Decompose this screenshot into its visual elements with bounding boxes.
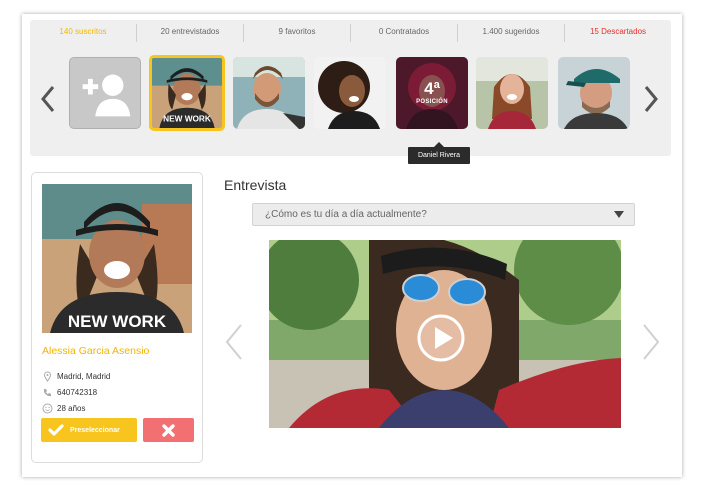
phone-icon xyxy=(42,387,53,398)
candidate-photo: NEW WORK xyxy=(42,184,192,333)
play-button[interactable] xyxy=(416,313,466,363)
stat-suggested[interactable]: 1.400 sugeridos xyxy=(458,24,565,42)
carousel-next-button[interactable] xyxy=(642,84,660,114)
stats-bar: 140 suscritos 20 entrevistados 9 favorit… xyxy=(30,24,671,42)
candidates-panel: 140 suscritos 20 entrevistados 9 favorit… xyxy=(30,20,671,164)
candidate-photo xyxy=(233,57,305,129)
carousel-prev-button[interactable] xyxy=(39,84,57,114)
caret-down-icon xyxy=(614,211,624,218)
candidate-tooltip: Daniel Rivera xyxy=(408,142,470,164)
chevron-left-icon xyxy=(225,324,242,360)
position-number: 4ª xyxy=(424,79,440,98)
location-row: Madrid, Madrid xyxy=(42,371,110,382)
question-text: ¿Cómo es tu día a día actualmente? xyxy=(265,209,427,220)
interview-title: Entrevista xyxy=(224,177,287,193)
discard-button[interactable] xyxy=(143,418,194,442)
shirt-text: NEW WORK xyxy=(68,312,167,331)
position-badge: 4ª POSICIÓN xyxy=(396,79,468,105)
stat-discarded[interactable]: 15 Descartados xyxy=(565,24,671,42)
profile-photo: NEW WORK xyxy=(42,184,192,333)
chevron-right-icon xyxy=(644,86,658,112)
preselect-button[interactable]: Preseleccionar xyxy=(41,418,137,442)
close-icon xyxy=(162,424,175,437)
candidate-photo: NEW WORK xyxy=(152,58,222,128)
app-frame: 140 suscritos 20 entrevistados 9 favorit… xyxy=(22,14,682,477)
play-icon xyxy=(417,314,465,362)
candidate-thumb-selected[interactable]: NEW WORK xyxy=(149,55,225,131)
candidate-photo xyxy=(476,57,548,129)
phone-row: 640742318 xyxy=(42,387,97,398)
check-icon xyxy=(48,423,64,437)
stat-hired[interactable]: 0 Contratados xyxy=(351,24,458,42)
candidate-thumb[interactable] xyxy=(314,57,386,129)
candidate-photo xyxy=(558,57,630,129)
candidate-age: 28 años xyxy=(57,404,86,413)
candidate-photo xyxy=(314,57,386,129)
preselect-label: Preseleccionar xyxy=(70,426,120,434)
chevron-left-icon xyxy=(41,86,55,112)
smiley-icon xyxy=(42,403,53,414)
candidate-location: Madrid, Madrid xyxy=(57,372,111,381)
thumb-shirt-text: NEW WORK xyxy=(163,115,211,124)
video-next-button[interactable] xyxy=(640,322,662,362)
stat-subscribed[interactable]: 140 suscritos xyxy=(30,24,137,42)
chevron-right-icon xyxy=(643,324,660,360)
question-dropdown[interactable]: ¿Cómo es tu día a día actualmente? xyxy=(252,203,635,226)
add-candidate-button[interactable] xyxy=(69,57,141,129)
candidate-thumb[interactable] xyxy=(558,57,630,129)
video-prev-button[interactable] xyxy=(223,322,245,362)
candidate-thumb[interactable] xyxy=(476,57,548,129)
add-user-icon xyxy=(82,74,131,117)
stat-interviewed[interactable]: 20 entrevistados xyxy=(137,24,244,42)
position-label: POSICIÓN xyxy=(416,99,448,105)
profile-card: NEW WORK Alessia Garcia Asensio Madrid, … xyxy=(31,172,203,463)
candidate-name: Alessia Garcia Asensio xyxy=(42,345,150,357)
candidate-phone: 640742318 xyxy=(57,388,98,397)
candidate-thumb[interactable] xyxy=(233,57,305,129)
age-row: 28 años xyxy=(42,403,85,414)
location-pin-icon xyxy=(42,371,53,382)
candidate-thumb-ranked[interactable]: 4ª POSICIÓN xyxy=(396,57,468,129)
stat-favorites[interactable]: 9 favoritos xyxy=(244,24,351,42)
